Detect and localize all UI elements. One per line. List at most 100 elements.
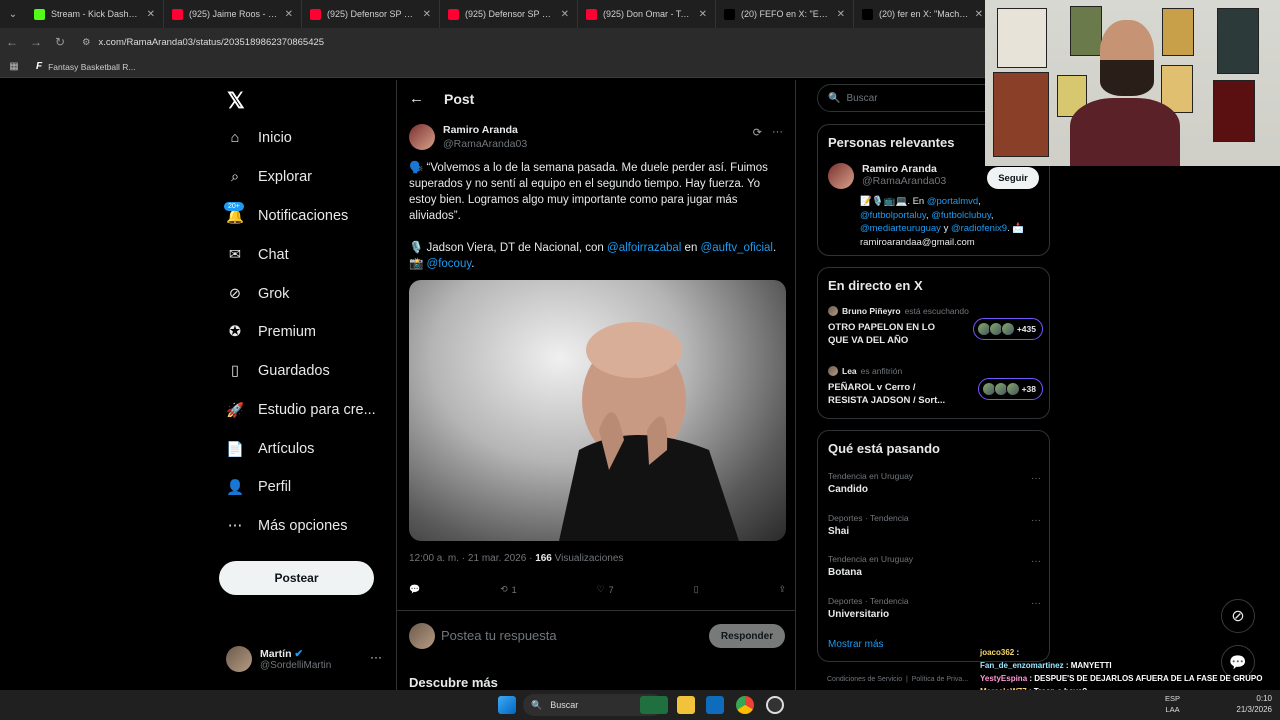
like-button[interactable]: ♡ 7 bbox=[597, 584, 614, 595]
browser-tab[interactable]: (925) Don Omar - Taboo ✕ bbox=[578, 0, 716, 28]
more-options-icon[interactable]: ··· bbox=[1031, 515, 1041, 526]
nav-item-premium[interactable]: ✪ Premium bbox=[218, 317, 316, 347]
mention-link[interactable]: @radiofenix9 bbox=[951, 223, 1007, 234]
close-icon[interactable]: ✕ bbox=[561, 9, 569, 20]
account-more-icon[interactable]: ··· bbox=[370, 650, 382, 664]
post-author[interactable]: Ramiro Aranda @RamaAranda03 bbox=[409, 124, 527, 150]
close-icon[interactable]: ✕ bbox=[285, 9, 293, 20]
clock[interactable]: 0:10 21/3/2026 bbox=[1236, 693, 1272, 715]
trend-name: Shai bbox=[828, 525, 850, 537]
terms-link[interactable]: Condiciones de Servicio bbox=[827, 676, 902, 683]
nav-item-perfil[interactable]: 👤 Perfil bbox=[218, 472, 291, 502]
author-handle[interactable]: @RamaAranda03 bbox=[443, 138, 527, 150]
mention-link[interactable]: @portalmvd bbox=[927, 196, 978, 207]
trend-item[interactable]: Tendencia en Uruguay Botana ··· bbox=[828, 554, 1041, 578]
browser-tab[interactable]: Stream - Kick Dashboard ✕ bbox=[26, 0, 164, 28]
file-explorer-icon[interactable] bbox=[677, 696, 695, 714]
author-name[interactable]: Ramiro Aranda bbox=[443, 124, 527, 136]
chrome-icon[interactable] bbox=[736, 696, 754, 714]
reply-icon[interactable]: 💬 bbox=[409, 584, 420, 595]
nav-item-grok[interactable]: ⊘ Grok bbox=[218, 279, 290, 309]
mention-link[interactable]: @futbolportaluy bbox=[860, 210, 926, 221]
post-photo[interactable] bbox=[409, 280, 786, 541]
forward-arrow-icon[interactable]: → bbox=[24, 35, 48, 49]
url-field[interactable]: ⚙ x.com/RamaAranda03/status/203518986237… bbox=[82, 37, 324, 48]
nav-item-label: Chat bbox=[258, 247, 289, 263]
post-button[interactable]: Postear bbox=[219, 561, 374, 595]
nav-item-más[interactable]: ⋯ Más opciones bbox=[218, 511, 348, 541]
mention-link[interactable]: @mediarteuruguay bbox=[860, 223, 941, 234]
back-arrow-icon[interactable]: ← bbox=[0, 35, 24, 49]
close-icon[interactable]: ✕ bbox=[147, 9, 155, 20]
streamer bbox=[1070, 20, 1180, 166]
trend-item[interactable]: Tendencia en Uruguay Candido ··· bbox=[828, 471, 1041, 495]
browser-tab[interactable]: (20) fer en X: "Machado ✕ bbox=[854, 0, 992, 28]
app-icon[interactable] bbox=[640, 696, 668, 714]
person-handle[interactable]: @RamaAranda03 bbox=[862, 175, 946, 187]
notification-badge: 20+ bbox=[224, 202, 244, 211]
bookmark-item[interactable]: F Fantasy Basketball R... bbox=[36, 61, 136, 72]
browser-tab[interactable]: (925) Jaime Roos - Come ✕ bbox=[164, 0, 302, 28]
tab-title: (20) FEFO en X: "Está tam bbox=[741, 9, 831, 19]
chat-text: : DESPUE'S DE DEJARLOS AFUERA DE LA FASE… bbox=[1029, 674, 1263, 683]
reply-button[interactable]: Responder bbox=[709, 624, 785, 648]
grok-icon[interactable]: ⟳ bbox=[753, 126, 762, 139]
retweet-button[interactable]: ⟲ 1 bbox=[500, 584, 517, 595]
nav-item-artículos[interactable]: 📄 Artículos bbox=[218, 434, 314, 464]
nav-item-label: Guardados bbox=[258, 363, 330, 379]
nav-item-estudio[interactable]: 🚀 Estudio para cre... bbox=[218, 395, 376, 425]
site-info-icon[interactable]: ⚙ bbox=[82, 37, 91, 48]
mention-link[interactable]: @futbolclubuy bbox=[931, 210, 991, 221]
trend-name: Candido bbox=[828, 484, 868, 495]
account-switcher[interactable]: Martín ✔ @SordelliMartin ··· bbox=[226, 642, 386, 676]
person-name[interactable]: Ramiro Aranda bbox=[862, 163, 946, 175]
more-options-icon[interactable]: ··· bbox=[1031, 473, 1041, 484]
author-avatar[interactable] bbox=[828, 163, 854, 189]
live-space[interactable]: Bruno Piñeyro está escuchando OTRO PAPEL… bbox=[828, 306, 1043, 347]
close-icon[interactable]: ✕ bbox=[423, 9, 431, 20]
grok-fab[interactable]: ⊘ bbox=[1221, 599, 1255, 633]
nav-item-notificaciones[interactable]: 🔔 Notificaciones 20+ bbox=[218, 201, 348, 231]
tab-search-chevron-icon[interactable]: ⌄ bbox=[0, 9, 26, 20]
mention-link[interactable]: @focouy bbox=[427, 258, 472, 270]
bookmark-icon[interactable]: ▯ bbox=[694, 584, 699, 595]
mention-link[interactable]: @auftv_oficial bbox=[701, 242, 773, 254]
language-indicator[interactable]: ESP LAA bbox=[1165, 693, 1180, 715]
windows-start-icon[interactable] bbox=[498, 696, 516, 714]
browser-tab[interactable]: (925) Defensor SP vs Nac ✕ bbox=[440, 0, 578, 28]
obs-icon[interactable] bbox=[766, 696, 784, 714]
nav-item-guardados[interactable]: ▯ Guardados bbox=[218, 356, 330, 386]
outlook-icon[interactable] bbox=[706, 696, 724, 714]
more-options-icon[interactable]: ··· bbox=[1031, 598, 1041, 609]
more-options-icon[interactable]: ··· bbox=[1031, 556, 1041, 567]
apps-grid-icon[interactable]: ▦ bbox=[0, 61, 28, 72]
search-icon: 🔍 bbox=[531, 699, 543, 710]
author-avatar[interactable] bbox=[409, 124, 435, 150]
browser-tab[interactable]: (925) Defensor SP vs Nac ✕ bbox=[302, 0, 440, 28]
post-credit: 🎙️ Jadson Viera, DT de Nacional, con @al… bbox=[409, 242, 777, 270]
nav-item-chat[interactable]: ✉ Chat bbox=[218, 240, 289, 270]
nav-item-explorar[interactable]: ⌕ Explorar bbox=[218, 162, 312, 192]
nav-item-inicio[interactable]: ⌂ Inicio bbox=[218, 123, 292, 153]
chat-text: : MANYETTI bbox=[1065, 661, 1112, 670]
trend-item[interactable]: Deportes · Tendencia Universitario ··· bbox=[828, 596, 1041, 620]
nav-item-label: Premium bbox=[258, 324, 317, 340]
reload-icon[interactable]: ↻ bbox=[48, 35, 72, 49]
live-space[interactable]: Lea es anfitrión PEÑAROL v Cerro / RESIS… bbox=[828, 366, 1043, 407]
close-icon[interactable]: ✕ bbox=[975, 9, 983, 20]
listener-count: +435 bbox=[1016, 324, 1036, 334]
avatar bbox=[1000, 322, 1015, 336]
show-more-link[interactable]: Mostrar más bbox=[828, 639, 884, 650]
back-arrow-icon[interactable]: ← bbox=[409, 90, 424, 107]
share-icon[interactable]: ⇪ bbox=[778, 584, 786, 595]
x-logo-icon[interactable]: 𝕏 bbox=[227, 88, 245, 114]
follow-button[interactable]: Seguir bbox=[987, 167, 1039, 189]
more-options-icon[interactable]: ··· bbox=[772, 126, 783, 139]
privacy-link[interactable]: Política de Priva... bbox=[912, 676, 968, 683]
trend-item[interactable]: Deportes · Tendencia Shai ··· bbox=[828, 513, 1041, 537]
reply-input[interactable]: Postea tu respuesta bbox=[441, 628, 557, 643]
close-icon[interactable]: ✕ bbox=[699, 9, 707, 20]
mention-link[interactable]: @alfoirrazabal bbox=[607, 242, 681, 254]
browser-tab[interactable]: (20) FEFO en X: "Está tam ✕ bbox=[716, 0, 854, 28]
close-icon[interactable]: ✕ bbox=[837, 9, 845, 20]
